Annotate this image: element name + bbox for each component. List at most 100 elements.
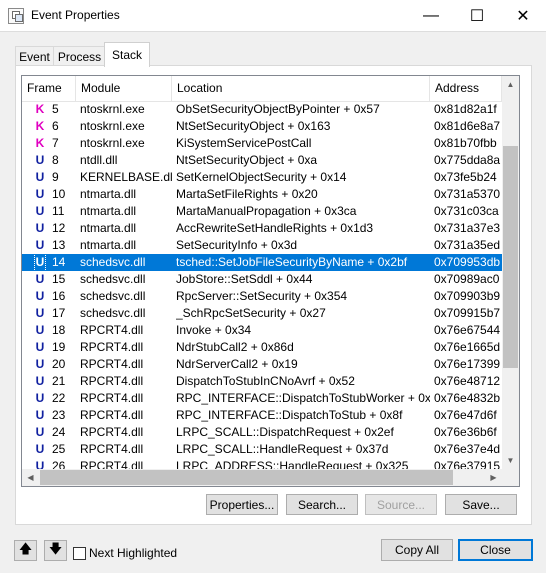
column-header-frame[interactable]: Frame — [22, 76, 76, 101]
table-row[interactable]: U 14 schedsvc.dll tsched::SetJobFileSecurit… — [22, 253, 502, 272]
address-cell: 0x731a37e3 — [434, 221, 501, 235]
table-row[interactable]: U 11 ntmarta.dll MartaManualPropagation + 0… — [22, 203, 502, 220]
table-row[interactable]: U 24 RPCRT4.dll LRPC_SCALL::DispatchRequest… — [22, 424, 502, 441]
move-up-button[interactable]: 🡅 — [14, 540, 37, 561]
copy-all-button-label: Copy All — [394, 543, 440, 557]
module-cell: schedsvc.dll — [80, 272, 146, 286]
arrow-up-icon: 🡅 — [18, 540, 33, 556]
module-cell: ntmarta.dll — [80, 187, 137, 201]
horizontal-scroll-thumb[interactable] — [40, 470, 453, 485]
save-button[interactable]: Save... — [445, 494, 517, 515]
table-row[interactable]: U 19 RPCRT4.dll NdrStubCall2 + 0x86d 0x76e16… — [22, 339, 502, 356]
scroll-right-arrow[interactable]: ▶ — [485, 469, 502, 486]
next-highlighted-label[interactable]: Next Highlighted — [89, 546, 177, 560]
table-row[interactable]: K 7 ntoskrnl.exe KiSystemServicePostCall 0x8… — [22, 135, 502, 152]
frame-kind-icon: U — [35, 391, 45, 405]
frame-number: 5 — [52, 102, 59, 116]
table-row[interactable]: U 13 ntmarta.dll SetSecurityInfo + 0x3d 0x73… — [22, 237, 502, 254]
scroll-up-arrow[interactable]: ▲ — [502, 76, 519, 93]
frame-kind-icon: U — [35, 289, 45, 303]
scroll-down-arrow[interactable]: ▼ — [502, 452, 519, 469]
tab-stack[interactable]: Stack — [104, 42, 150, 67]
table-row[interactable]: U 22 RPCRT4.dll RPC_INTERFACE::DispatchToSt… — [22, 390, 502, 407]
table-row[interactable]: K 5 ntoskrnl.exe ObSetSecurityObjectByPoint… — [22, 101, 502, 118]
module-cell: ntoskrnl.exe — [80, 102, 145, 116]
location-cell: Invoke + 0x34 — [176, 323, 252, 337]
table-row[interactable]: U 18 RPCRT4.dll Invoke + 0x34 0x76e67544 — [22, 322, 502, 339]
frame-kind-icon: U — [35, 442, 45, 456]
vertical-scrollbar[interactable]: ▲ ▼ — [502, 76, 519, 469]
vertical-scroll-thumb[interactable] — [503, 146, 518, 368]
table-row[interactable]: U 25 RPCRT4.dll LRPC_SCALL::HandleRequest +… — [22, 441, 502, 458]
stack-list[interactable]: Frame Module Location Address K 5 ntoskrnl… — [21, 75, 520, 487]
frame-kind-icon: U — [35, 408, 45, 422]
location-cell: RpcServer::SetSecurity + 0x354 — [176, 289, 348, 303]
table-row[interactable]: U 20 RPCRT4.dll NdrServerCall2 + 0x19 0x76e1… — [22, 356, 502, 373]
address-cell: 0x76e67544 — [434, 323, 501, 337]
location-cell: KiSystemServicePostCall — [176, 136, 312, 150]
window-title: Event Properties — [31, 8, 120, 22]
table-row[interactable]: U 9 KERNELBASE.dll SetKernelObjectSecurity … — [22, 169, 502, 186]
source-button[interactable]: Source... — [365, 494, 437, 515]
table-row[interactable]: U 15 schedsvc.dll JobStore::SetSddl + 0x44 0… — [22, 271, 502, 288]
module-cell: RPCRT4.dll — [80, 374, 144, 388]
frame-number: 15 — [52, 272, 66, 286]
search-button[interactable]: Search... — [286, 494, 358, 515]
table-row[interactable]: U 12 ntmarta.dll AccRewriteSetHandleRights … — [22, 220, 502, 237]
frame-number: 24 — [52, 425, 66, 439]
column-header-address[interactable]: Address — [430, 76, 502, 101]
address-cell: 0x76e1665d — [434, 340, 501, 354]
location-cell: AccRewriteSetHandleRights + 0x1d3 — [176, 221, 374, 235]
location-cell: NtSetSecurityObject + 0x163 — [176, 119, 331, 133]
close-window-button[interactable]: ✕ — [500, 0, 546, 31]
column-header-location[interactable]: Location — [172, 76, 430, 101]
tab-event[interactable]: Event — [15, 46, 54, 66]
table-row[interactable]: U 8 ntdll.dll NtSetSecurityObject + 0xa 0x77… — [22, 152, 502, 169]
frame-kind-icon: U — [35, 357, 45, 371]
location-cell: SetSecurityInfo + 0x3d — [176, 238, 298, 252]
module-cell: RPCRT4.dll — [80, 323, 144, 337]
module-cell: RPCRT4.dll — [80, 425, 144, 439]
address-cell: 0x709915b7 — [434, 306, 501, 320]
address-cell: 0x709953db — [434, 255, 501, 269]
frame-number: 23 — [52, 408, 66, 422]
location-cell: NdrStubCall2 + 0x86d — [176, 340, 294, 354]
table-row[interactable]: U 17 schedsvc.dll _SchRpcSetSecurity + 0x27… — [22, 305, 502, 322]
scroll-left-arrow[interactable]: ◀ — [22, 469, 39, 486]
location-cell: LRPC_SCALL::HandleRequest + 0x37d — [176, 442, 389, 456]
frame-kind-icon: U — [35, 425, 45, 439]
save-button-label: Save... — [462, 497, 500, 512]
address-cell: 0x81b70fbb — [434, 136, 497, 150]
close-button[interactable]: Close — [458, 539, 533, 561]
address-cell: 0x76e48712 — [434, 374, 501, 388]
table-row[interactable]: U 23 RPCRT4.dll RPC_INTERFACE::DispatchToSt… — [22, 407, 502, 424]
frame-number: 11 — [52, 204, 65, 218]
location-cell: SetKernelObjectSecurity + 0x14 — [176, 170, 347, 184]
copy-all-button[interactable]: Copy All — [381, 539, 453, 561]
frame-kind-icon: U — [35, 272, 45, 286]
address-cell: 0x731c03ca — [434, 204, 499, 218]
table-row[interactable]: U 21 RPCRT4.dll DispatchToStubInCNoAvrf + 0… — [22, 373, 502, 390]
table-row[interactable]: K 6 ntoskrnl.exe NtSetSecurityObject + 0x16… — [22, 118, 502, 135]
maximize-button[interactable]: ☐ — [454, 0, 500, 31]
address-cell: 0x73fe5b24 — [434, 170, 497, 184]
horizontal-scrollbar[interactable]: ◀ ▶ — [22, 469, 502, 486]
location-cell: MartaSetFileRights + 0x20 — [176, 187, 318, 201]
frame-kind-icon: K — [35, 119, 45, 133]
address-cell: 0x709903b9 — [434, 289, 501, 303]
frame-kind-icon: K — [35, 102, 45, 116]
table-row[interactable]: U 10 ntmarta.dll MartaSetFileRights + 0x20 0… — [22, 186, 502, 203]
next-highlighted-checkbox[interactable] — [73, 547, 86, 560]
module-cell: ntoskrnl.exe — [80, 119, 145, 133]
properties-button[interactable]: Properties... — [206, 494, 278, 515]
frame-number: 10 — [52, 187, 66, 201]
column-header-module[interactable]: Module — [76, 76, 172, 101]
frame-kind-icon: U — [35, 306, 45, 320]
minimize-button[interactable]: — — [408, 0, 454, 31]
tab-process[interactable]: Process — [53, 46, 106, 66]
table-row[interactable]: U 16 schedsvc.dll RpcServer::SetSecurity + … — [22, 288, 502, 305]
module-cell: schedsvc.dll — [80, 255, 146, 269]
frame-kind-icon: U — [35, 170, 45, 184]
move-down-button[interactable]: 🡇 — [44, 540, 67, 561]
properties-button-label: Properties... — [209, 497, 275, 512]
